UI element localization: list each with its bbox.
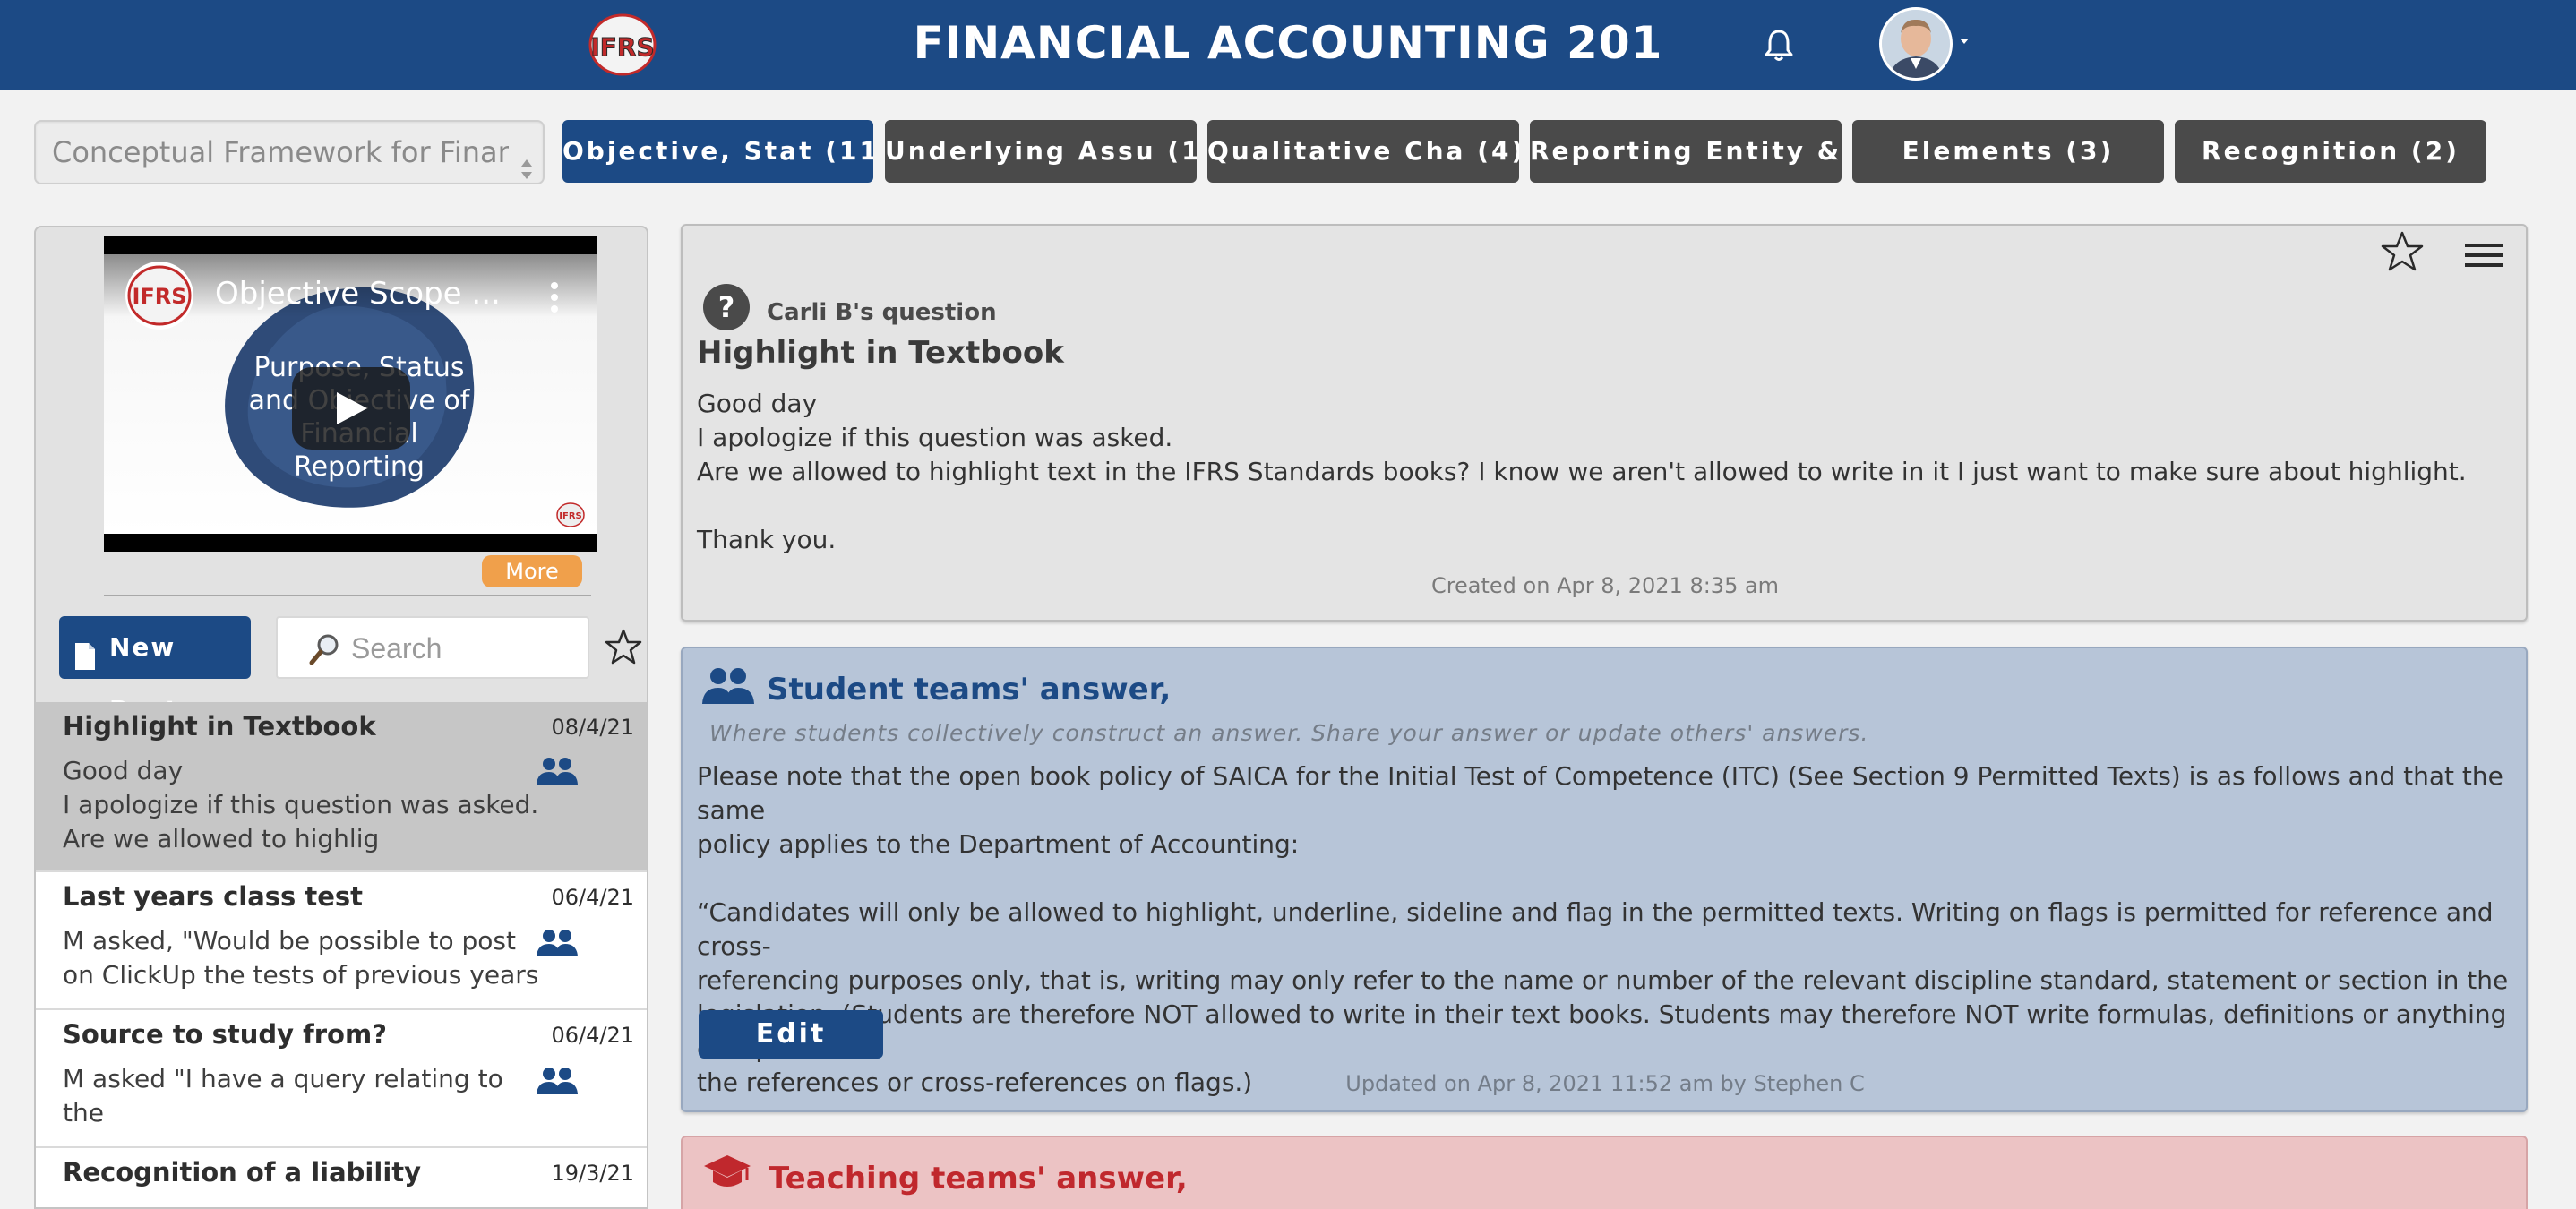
question-card: ? Carli B's question Highlight in Textbo… bbox=[681, 224, 2528, 622]
ifrs-logo[interactable]: IFRS bbox=[587, 11, 658, 79]
question-created-timestamp: Created on Apr 8, 2021 8:35 am bbox=[1430, 573, 1780, 598]
tab-objective-stat[interactable]: Objective, Stat (11) bbox=[562, 120, 873, 183]
play-button[interactable] bbox=[292, 367, 410, 450]
post-list: Highlight in Textbook 08/4/21 Good day I… bbox=[36, 702, 647, 1207]
teaching-answer-title: Teaching teams' answer, bbox=[769, 1161, 1188, 1196]
student-answer-title: Student teams' answer, bbox=[767, 672, 1172, 707]
people-icon bbox=[536, 928, 579, 958]
app-title: FINANCIAL ACCOUNTING 201 bbox=[913, 17, 1663, 69]
channel-logo[interactable]: IFRS bbox=[125, 262, 193, 330]
post-date: 06/4/21 bbox=[551, 885, 634, 910]
graduation-cap-icon bbox=[702, 1153, 752, 1193]
star-icon[interactable] bbox=[2379, 229, 2426, 274]
hamburger-menu-icon[interactable] bbox=[2465, 240, 2503, 270]
search-box[interactable] bbox=[276, 616, 589, 679]
teaching-answer-card: Teaching teams' answer, bbox=[681, 1136, 2528, 1209]
student-answer-card: Student teams' answer, Where students co… bbox=[681, 647, 2528, 1112]
post-title: Last years class test bbox=[63, 881, 364, 912]
list-item[interactable]: Last years class test 06/4/21 M asked, "… bbox=[36, 872, 647, 1010]
star-icon[interactable] bbox=[604, 627, 643, 666]
post-date: 06/4/21 bbox=[551, 1023, 634, 1048]
student-answer-subtitle: Where students collectively construct an… bbox=[709, 720, 1869, 746]
document-icon bbox=[73, 632, 97, 670]
avatar[interactable] bbox=[1879, 7, 1953, 81]
question-author: Carli B's question bbox=[767, 299, 997, 326]
kebab-menu-icon[interactable] bbox=[550, 281, 559, 313]
select-arrows-icon bbox=[519, 141, 534, 179]
search-input[interactable] bbox=[351, 629, 575, 668]
people-icon bbox=[536, 756, 579, 786]
post-date: 19/3/21 bbox=[551, 1161, 634, 1186]
more-button[interactable]: More bbox=[482, 555, 582, 587]
video-watermark-logo: IFRS bbox=[555, 502, 586, 528]
tab-qualitative-cha[interactable]: Qualitative Cha (4) bbox=[1207, 120, 1519, 183]
post-snippet: M asked "I have a query relating to the … bbox=[63, 1064, 537, 1134]
list-item[interactable]: Source to study from? 06/4/21 M asked "I… bbox=[36, 1010, 647, 1148]
tab-elements[interactable]: Elements (3) bbox=[1852, 120, 2164, 183]
student-answer-body: Please note that the open book policy of… bbox=[697, 761, 2509, 1097]
caret-down-icon[interactable] bbox=[1958, 34, 1971, 47]
svg-text:?: ? bbox=[718, 290, 735, 324]
svg-text:IFRS: IFRS bbox=[590, 32, 654, 62]
list-item[interactable]: Recognition of a liability 19/3/21 bbox=[36, 1148, 647, 1207]
people-icon bbox=[700, 666, 756, 706]
people-icon bbox=[536, 1066, 579, 1096]
bell-icon[interactable] bbox=[1763, 27, 1795, 63]
left-panel: IFRS Objective Scope ... Purpose, Status… bbox=[34, 226, 648, 1209]
top-bar: IFRS FINANCIAL ACCOUNTING 201 bbox=[0, 0, 2576, 90]
divider bbox=[104, 595, 591, 596]
post-title: Highlight in Textbook bbox=[63, 711, 376, 742]
topic-select-value: Conceptual Framework for Financ bbox=[52, 135, 509, 169]
post-title: Source to study from? bbox=[63, 1019, 388, 1050]
tab-recognition[interactable]: Recognition (2) bbox=[2175, 120, 2486, 183]
post-date: 08/4/21 bbox=[551, 715, 634, 740]
video-player[interactable]: IFRS Objective Scope ... Purpose, Status… bbox=[104, 236, 597, 552]
question-title: Highlight in Textbook bbox=[697, 335, 1064, 371]
video-title[interactable]: Objective Scope ... bbox=[215, 276, 502, 312]
post-snippet: M asked, "Would be possible to post on C… bbox=[63, 926, 539, 990]
edit-button[interactable]: Edit bbox=[699, 1010, 883, 1059]
post-snippet: Good day I apologize if this question wa… bbox=[63, 756, 539, 853]
play-icon bbox=[337, 392, 367, 424]
student-answer-updated-timestamp: Updated on Apr 8, 2021 11:52 am by Steph… bbox=[1345, 1071, 1865, 1096]
list-item[interactable]: Highlight in Textbook 08/4/21 Good day I… bbox=[36, 702, 647, 872]
new-post-button[interactable]: New Post bbox=[59, 616, 251, 725]
topic-select[interactable]: Conceptual Framework for Financ bbox=[34, 120, 545, 184]
question-mark-icon: ? bbox=[702, 283, 751, 331]
tab-underlying-assu[interactable]: Underlying Assu (1) bbox=[885, 120, 1197, 183]
svg-text:IFRS: IFRS bbox=[132, 284, 186, 309]
search-icon bbox=[308, 632, 340, 666]
svg-text:IFRS: IFRS bbox=[559, 511, 581, 521]
tab-reporting-entity[interactable]: Reporting Entity & F bbox=[1530, 120, 1842, 183]
post-title: Recognition of a liability bbox=[63, 1157, 422, 1188]
question-body: Good day I apologize if this question wa… bbox=[697, 389, 2467, 554]
